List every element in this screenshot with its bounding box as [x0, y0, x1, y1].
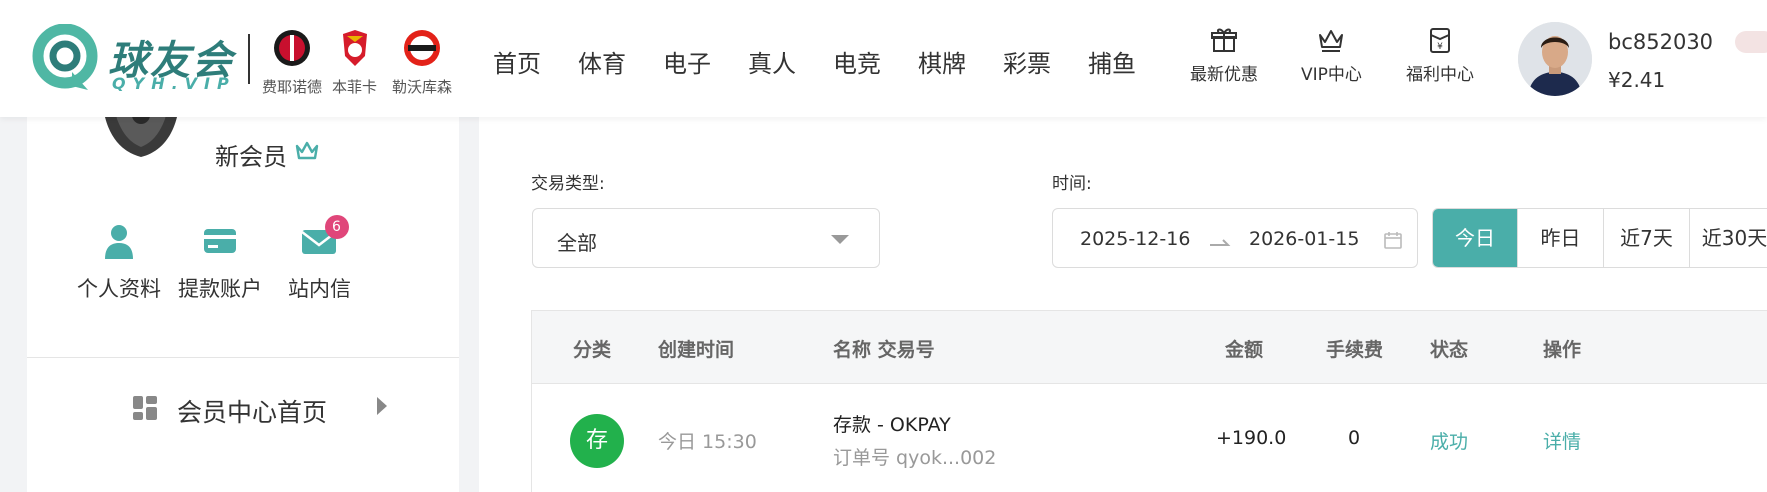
sidebar-item-label: 会员中心首页	[177, 398, 328, 427]
chevron-right-icon	[377, 397, 387, 415]
logo-divider	[248, 34, 250, 84]
member-level-label: 新会员	[215, 143, 287, 171]
club-leverkusen[interactable]: 勒沃库森	[392, 28, 452, 97]
profile-button[interactable]: 个人资料	[77, 221, 161, 303]
date-range-picker[interactable]: 2025-12-16 2026-01-15	[1052, 208, 1418, 268]
col-name-txid: 名称 交易号	[833, 339, 935, 361]
table-header: 分类 创建时间 名称 交易号 金额 手续费 状态 操作	[532, 311, 1767, 384]
feyenoord-badge-icon	[274, 30, 310, 66]
transaction-type-select[interactable]: 全部	[532, 208, 880, 268]
crown-icon	[1319, 30, 1344, 52]
withdraw-account-button[interactable]: 提款账户	[178, 221, 262, 303]
nav-fishing[interactable]: 捕鱼	[1088, 44, 1136, 79]
table-row: 存 今日 15:30 存款 - OKPAY 订单号 qyok...002 +19…	[532, 385, 1767, 492]
action-label: 提款账户	[178, 277, 262, 301]
level-chip[interactable]	[1735, 31, 1767, 53]
leverkusen-badge-icon	[404, 30, 440, 66]
range-7days-button[interactable]: 近7天	[1604, 209, 1690, 267]
nav-esports[interactable]: 电竞	[833, 44, 881, 79]
sidebar-item-member-home[interactable]: 会员中心首页	[107, 389, 407, 429]
row-amount: +190.0	[1216, 427, 1287, 449]
nav-slots[interactable]: 电子	[663, 44, 711, 79]
deposit-type-badge: 存	[570, 414, 624, 468]
col-action: 操作	[1543, 339, 1582, 361]
row-name: 存款 - OKPAY	[833, 414, 951, 436]
col-category: 分类	[573, 339, 612, 361]
username: bc852030	[1608, 30, 1714, 54]
unread-badge: 6	[324, 215, 349, 239]
top-header: 球友会 QYH.VIP 费耶诺德 本菲卡 勒沃库森 首页 体育 电子 真人 电竞	[0, 0, 1767, 117]
promotions-button[interactable]: 最新优惠	[1190, 26, 1258, 85]
range-yesterday-button[interactable]: 昨日	[1518, 209, 1604, 267]
member-sidebar: 新会员 个人资料 提款账户 6 站内信 会员中心首页	[27, 97, 459, 492]
transaction-records-panel: 交易类型: 全部 时间: 2025-12-16 2026-01-15 今日 昨日…	[479, 117, 1767, 492]
vip-crown-icon	[295, 141, 319, 160]
gift-icon	[1211, 28, 1237, 52]
col-status: 状态	[1430, 339, 1469, 361]
user-photo	[1518, 22, 1592, 96]
vip-center-button[interactable]: VIP中心	[1301, 26, 1362, 85]
time-label: 时间:	[1052, 174, 1092, 194]
col-fee: 手续费	[1326, 339, 1384, 361]
transaction-table: 分类 创建时间 名称 交易号 金额 手续费 状态 操作 存 今日 15:30 存…	[531, 310, 1767, 492]
row-status: 成功	[1430, 431, 1469, 453]
inbox-button[interactable]: 6 站内信	[288, 215, 351, 303]
range-today-button[interactable]: 今日	[1433, 209, 1518, 267]
user-avatar[interactable]	[1518, 22, 1592, 96]
start-date[interactable]: 2025-12-16	[1080, 228, 1190, 250]
dashboard-icon	[133, 396, 157, 420]
welfare-center-button[interactable]: ¥ 福利中心	[1406, 26, 1474, 85]
nav-live-casino[interactable]: 真人	[748, 44, 796, 79]
card-icon	[204, 229, 236, 253]
tool-label: 福利中心	[1406, 65, 1474, 85]
range-arrow-icon	[1210, 239, 1231, 246]
nav-sports[interactable]: 体育	[578, 44, 626, 79]
user-icon	[105, 225, 133, 259]
transaction-type-value: 全部	[557, 231, 597, 255]
main-nav: 首页 体育 电子 真人 电竞 棋牌 彩票 捕鱼	[493, 44, 1173, 79]
end-date[interactable]: 2026-01-15	[1249, 228, 1359, 250]
col-created-time: 创建时间	[658, 339, 735, 361]
svg-text:¥: ¥	[1437, 42, 1443, 52]
row-fee: 0	[1348, 427, 1361, 449]
nav-lottery[interactable]: 彩票	[1003, 44, 1051, 79]
transaction-type-label: 交易类型:	[531, 174, 605, 194]
range-30days-button[interactable]: 近30天	[1690, 209, 1767, 267]
nav-home[interactable]: 首页	[493, 44, 541, 79]
club-name: 费耶诺德	[262, 78, 323, 96]
row-time: 今日 15:30	[658, 431, 757, 453]
col-amount: 金额	[1225, 339, 1264, 361]
quick-date-range: 今日 昨日 近7天 近30天	[1432, 208, 1767, 268]
tool-label: VIP中心	[1301, 65, 1362, 85]
tool-label: 最新优惠	[1190, 65, 1258, 85]
logo-subtext: QYH.VIP	[112, 74, 236, 93]
logo-mark-icon	[32, 24, 98, 90]
sidebar-divider	[27, 357, 459, 358]
calendar-icon	[1384, 232, 1402, 249]
club-name: 勒沃库森	[392, 78, 453, 96]
action-label: 个人资料	[77, 277, 161, 301]
site-logo[interactable]: 球友会 QYH.VIP	[32, 22, 242, 96]
red-envelope-icon: ¥	[1430, 28, 1450, 53]
club-feyenoord[interactable]: 费耶诺德	[262, 28, 322, 97]
row-order-number: 订单号 qyok...002	[833, 447, 997, 469]
nav-cards[interactable]: 棋牌	[918, 44, 966, 79]
club-benfica[interactable]: 本菲卡	[332, 28, 377, 97]
details-link[interactable]: 详情	[1543, 427, 1581, 454]
user-balance: ¥2.41	[1608, 68, 1666, 92]
club-name: 本菲卡	[332, 78, 378, 96]
action-label: 站内信	[288, 277, 351, 301]
benfica-badge-icon	[342, 30, 367, 66]
chevron-down-icon	[831, 235, 849, 244]
